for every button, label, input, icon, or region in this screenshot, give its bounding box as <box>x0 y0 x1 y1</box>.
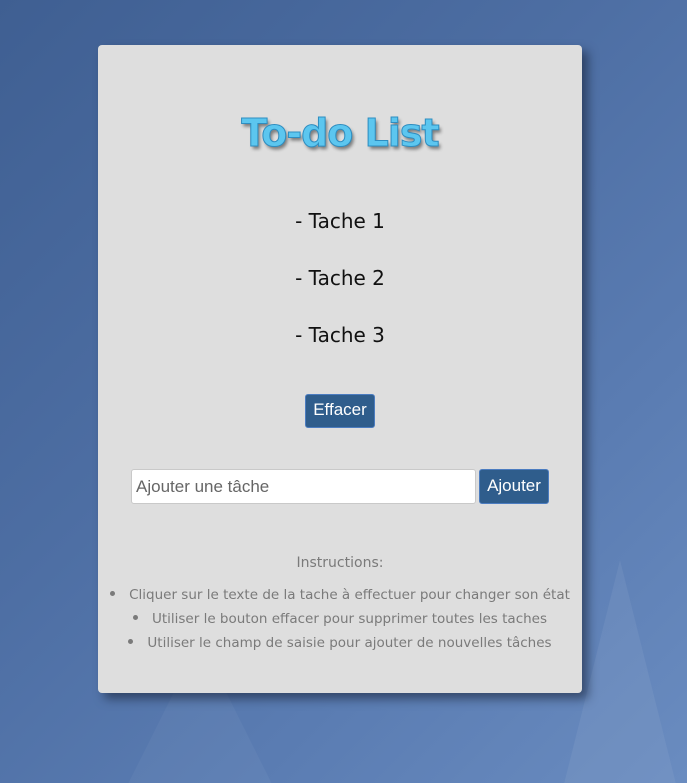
add-task-input[interactable] <box>131 469 476 504</box>
add-task-row: Ajouter <box>131 469 551 504</box>
instruction-item: Cliquer sur le texte de la tache à effec… <box>98 585 582 609</box>
instruction-text: Utiliser le bouton effacer pour supprime… <box>151 611 548 627</box>
clear-button[interactable]: Effacer <box>305 394 375 428</box>
instruction-text: Utiliser le champ de saisie pour ajouter… <box>147 635 552 651</box>
bullet-icon <box>132 614 138 620</box>
instruction-text: Cliquer sur le texte de la tache à effec… <box>129 587 570 603</box>
task-list: - Tache 1 - Tache 2 - Tache 3 <box>98 206 582 377</box>
add-button[interactable]: Ajouter <box>479 469 549 504</box>
task-item-1[interactable]: - Tache 1 <box>98 206 582 263</box>
bullet-icon <box>110 590 116 596</box>
task-item-3[interactable]: - Tache 3 <box>98 320 582 377</box>
instructions-list: Cliquer sur le texte de la tache à effec… <box>98 585 582 657</box>
instruction-item: Utiliser le champ de saisie pour ajouter… <box>98 633 582 657</box>
task-item-2[interactable]: - Tache 2 <box>98 263 582 320</box>
instructions-title: Instructions: <box>296 555 384 571</box>
page-title: To-do List <box>241 111 440 156</box>
todo-card: To-do List - Tache 1 - Tache 2 - Tache 3… <box>98 45 582 693</box>
bullet-icon <box>128 638 134 644</box>
instruction-item: Utiliser le bouton effacer pour supprime… <box>98 609 582 633</box>
